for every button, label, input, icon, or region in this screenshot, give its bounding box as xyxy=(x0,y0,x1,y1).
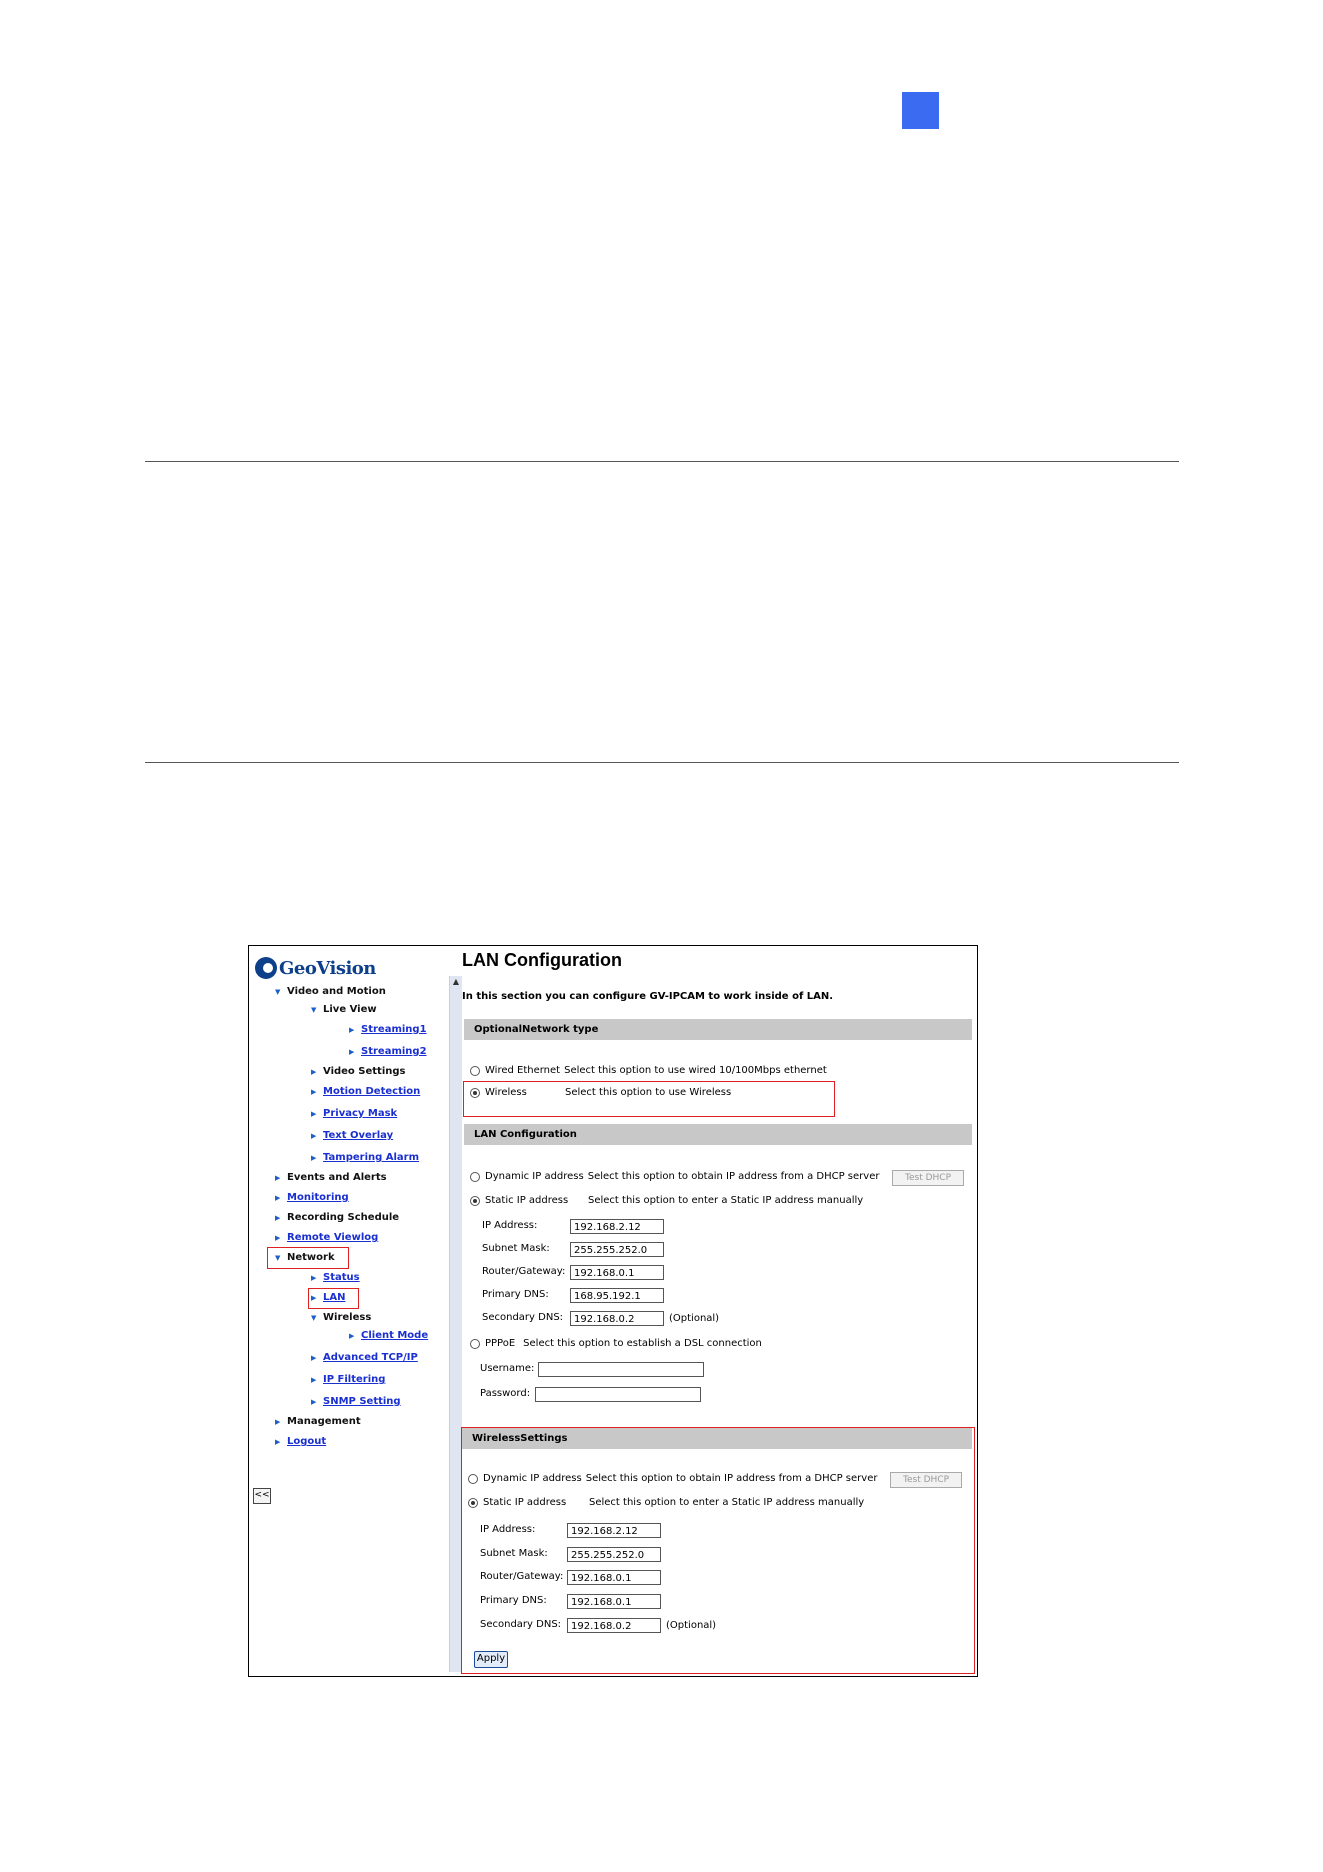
divider-bottom xyxy=(145,762,1179,763)
sidebar-item-tampering-alarm[interactable]: ▶ Tampering Alarm xyxy=(311,1152,419,1163)
caret-right-icon: ▶ xyxy=(311,1273,317,1282)
pppoe-password-input[interactable] xyxy=(535,1387,701,1402)
geovision-logo: GeoVision xyxy=(255,954,376,982)
lan-primary-dns-input[interactable]: 168.95.192.1 xyxy=(570,1288,664,1303)
sidebar-item-events-and-alerts[interactable]: ▶ Events and Alerts xyxy=(275,1172,387,1183)
sidebar-item-monitoring[interactable]: ▶ Monitoring xyxy=(275,1192,349,1203)
radio-wired-ethernet[interactable] xyxy=(470,1065,480,1076)
sidebar-item-advanced-tcpip[interactable]: ▶ Advanced TCP/IP xyxy=(311,1352,418,1363)
main-content: LAN Configuration In this section you ca… xyxy=(461,946,975,1676)
sidebar-item-video-and-motion[interactable]: ▼ Video and Motion xyxy=(275,986,386,997)
divider-top xyxy=(145,461,1179,462)
sidebar: GeoVision ▼ Video and Motion ▼ Live View ▶… xyxy=(249,946,449,1676)
lan-test-dhcp-button[interactable]: Test DHCP xyxy=(892,1170,964,1186)
caret-right-icon: ▶ xyxy=(275,1417,281,1426)
sidebar-item-snmp-setting[interactable]: ▶ SNMP Setting xyxy=(311,1396,401,1407)
sidebar-item-status[interactable]: ▶ Status xyxy=(311,1272,360,1283)
lan-subnet-mask-field: Subnet Mask: 255.255.252.0 xyxy=(482,1242,664,1257)
highlight-wireless-settings xyxy=(461,1427,975,1674)
caret-right-icon: ▶ xyxy=(275,1173,281,1182)
lan-secondary-dns-field: Secondary DNS: 192.168.0.2 (Optional) xyxy=(482,1311,720,1326)
sidebar-item-motion-detection[interactable]: ▶ Motion Detection xyxy=(311,1086,420,1097)
caret-right-icon: ▶ xyxy=(311,1375,317,1384)
sidebar-item-live-view[interactable]: ▼ Live View xyxy=(311,1004,377,1015)
option-lan-dynamic-ip[interactable]: Dynamic IP address Select this option to… xyxy=(470,1171,879,1182)
lan-ip-address-input[interactable]: 192.168.2.12 xyxy=(570,1219,664,1234)
sidebar-item-streaming1[interactable]: ▶ Streaming1 xyxy=(349,1024,427,1035)
sidebar-item-video-settings[interactable]: ▶ Video Settings xyxy=(311,1066,406,1077)
highlight-wireless-option xyxy=(463,1081,835,1117)
chapter-marker xyxy=(902,92,939,129)
page-title: LAN Configuration xyxy=(462,950,622,970)
caret-right-icon: ▶ xyxy=(349,1025,355,1034)
option-wired-ethernet[interactable]: Wired Ethernet Select this option to use… xyxy=(470,1065,827,1076)
sidebar-item-ip-filtering[interactable]: ▶ IP Filtering xyxy=(311,1374,385,1385)
caret-right-icon: ▶ xyxy=(311,1109,317,1118)
sidebar-item-text-overlay[interactable]: ▶ Text Overlay xyxy=(311,1130,393,1141)
lan-primary-dns-field: Primary DNS: 168.95.192.1 xyxy=(482,1288,664,1303)
lan-secondary-dns-input[interactable]: 192.168.0.2 xyxy=(570,1311,664,1326)
sidebar-item-client-mode[interactable]: ▶ Client Mode xyxy=(349,1330,428,1341)
pppoe-password-field: Password: xyxy=(480,1387,701,1402)
section-network-type: OptionalNetwork type xyxy=(464,1019,972,1040)
radio-lan-static-ip[interactable] xyxy=(470,1195,480,1206)
sidebar-item-logout[interactable]: ▶ Logout xyxy=(275,1436,326,1447)
caret-right-icon: ▶ xyxy=(311,1067,317,1076)
page-intro: In this section you can configure GV-IPC… xyxy=(462,991,834,1002)
sidebar-item-privacy-mask[interactable]: ▶ Privacy Mask xyxy=(311,1108,397,1119)
caret-right-icon: ▶ xyxy=(349,1331,355,1340)
caret-right-icon: ▶ xyxy=(275,1213,281,1222)
sidebar-item-wireless[interactable]: ▼ Wireless xyxy=(311,1312,371,1323)
caret-right-icon: ▶ xyxy=(275,1233,281,1242)
caret-right-icon: ▶ xyxy=(349,1047,355,1056)
option-lan-static-ip[interactable]: Static IP address Select this option to … xyxy=(470,1195,863,1206)
caret-right-icon: ▶ xyxy=(311,1397,317,1406)
caret-right-icon: ▶ xyxy=(275,1437,281,1446)
caret-down-icon: ▼ xyxy=(311,1313,317,1322)
lan-config-screenshot: GeoVision ▼ Video and Motion ▼ Live View ▶… xyxy=(248,945,978,1677)
pppoe-username-input[interactable] xyxy=(538,1362,704,1377)
caret-down-icon: ▼ xyxy=(311,1005,317,1014)
sidebar-item-recording-schedule[interactable]: ▶ Recording Schedule xyxy=(275,1212,399,1223)
option-pppoe[interactable]: PPPoE Select this option to establish a … xyxy=(470,1338,762,1349)
radio-lan-dynamic-ip[interactable] xyxy=(470,1171,480,1182)
caret-down-icon: ▼ xyxy=(275,987,281,996)
caret-right-icon: ▶ xyxy=(275,1193,281,1202)
lan-ip-address-field: IP Address: 192.168.2.12 xyxy=(482,1219,664,1234)
caret-right-icon: ▶ xyxy=(311,1153,317,1162)
collapse-sidebar-button[interactable]: << xyxy=(253,1488,271,1504)
sidebar-item-streaming2[interactable]: ▶ Streaming2 xyxy=(349,1046,427,1057)
pppoe-username-field: Username: xyxy=(480,1362,704,1377)
scroll-up-icon[interactable]: ▲ xyxy=(450,976,462,988)
highlight-network xyxy=(267,1247,349,1269)
caret-right-icon: ▶ xyxy=(311,1131,317,1140)
lan-subnet-mask-input[interactable]: 255.255.252.0 xyxy=(570,1242,664,1257)
sidebar-item-remote-viewlog[interactable]: ▶ Remote Viewlog xyxy=(275,1232,378,1243)
highlight-lan xyxy=(308,1288,359,1309)
sidebar-item-management[interactable]: ▶ Management xyxy=(275,1416,361,1427)
caret-right-icon: ▶ xyxy=(311,1353,317,1362)
lan-gateway-field: Router/Gateway: 192.168.0.1 xyxy=(482,1265,664,1280)
caret-right-icon: ▶ xyxy=(311,1087,317,1096)
lan-gateway-input[interactable]: 192.168.0.1 xyxy=(570,1265,664,1280)
section-lan-configuration: LAN Configuration xyxy=(464,1124,972,1145)
logo-icon xyxy=(255,957,277,979)
radio-pppoe[interactable] xyxy=(470,1338,480,1349)
